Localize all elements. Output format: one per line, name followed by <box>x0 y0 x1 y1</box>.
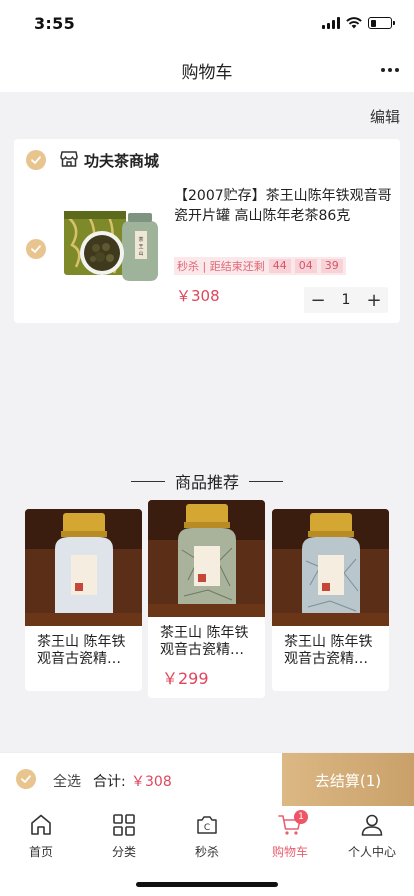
nav-bar: 购物车 <box>0 48 414 92</box>
svg-text:王: 王 <box>138 244 143 250</box>
seckill-countdown: 秒杀 | 距结束还剩 44 04 39 <box>174 257 346 275</box>
status-time: 3:55 <box>34 14 75 33</box>
seckill-label: 秒杀 | 距结束还剩 <box>177 260 265 273</box>
countdown-seconds: 39 <box>320 259 343 273</box>
grid-icon <box>113 814 135 836</box>
tab-label: 首页 <box>28 845 53 859</box>
countdown-hours: 44 <box>268 259 291 273</box>
cart-shop-card: 功夫茶商城 茶 王 山 【2007贮存】茶王山陈年铁观音哥瓷开片罐 高山陈年老茶… <box>14 139 400 323</box>
wifi-icon <box>346 17 362 29</box>
select-all-label[interactable]: 全选 <box>53 771 81 791</box>
check-icon <box>31 245 41 253</box>
tab-cart[interactable]: 1 购物车 <box>249 810 331 860</box>
quantity-value[interactable]: 1 <box>332 292 360 308</box>
home-indicator <box>136 882 278 887</box>
shop-checkbox[interactable] <box>26 150 46 170</box>
more-icon[interactable] <box>380 60 400 80</box>
product-name: 茶王山 陈年铁观音古瓷精… <box>37 634 126 667</box>
status-bar: 3:55 <box>0 0 414 48</box>
tab-label: 秒杀 <box>194 845 219 859</box>
quantity-stepper: − 1 + <box>304 287 388 313</box>
signal-icon <box>322 17 340 29</box>
recommend-header: 商品推荐 <box>0 469 414 493</box>
cart-badge: 1 <box>294 810 308 824</box>
checkout-bar: 全选 合计: ￥308 去结算(1) <box>0 752 414 807</box>
user-icon <box>361 814 383 836</box>
product-name: 茶王山 陈年铁观音古瓷精… <box>160 625 249 658</box>
edit-button[interactable]: 编辑 <box>370 106 400 127</box>
home-icon <box>31 814 51 835</box>
product-name: 茶王山 陈年铁观音古瓷精… <box>284 634 373 667</box>
tab-seckill[interactable]: C 秒杀 <box>166 812 248 860</box>
tab-label: 分类 <box>111 845 136 859</box>
item-checkbox[interactable] <box>26 239 46 259</box>
tab-category[interactable]: 分类 <box>83 812 165 860</box>
tab-home[interactable]: 首页 <box>0 812 82 860</box>
svg-text:山: 山 <box>138 250 143 257</box>
total-value: ￥308 <box>131 774 172 790</box>
increase-button[interactable]: + <box>360 287 388 313</box>
battery-icon <box>368 17 395 29</box>
product-image <box>25 509 142 626</box>
product-image <box>148 500 265 617</box>
tab-profile[interactable]: 个人中心 <box>331 812 413 860</box>
svg-text:茶: 茶 <box>138 236 143 243</box>
tab-label: 购物车 <box>271 845 308 859</box>
store-icon <box>60 151 78 167</box>
decrease-button[interactable]: − <box>304 287 332 313</box>
tab-bar: 首页 分类 C 秒杀 1 购物车 个人中心 <box>0 806 414 896</box>
product-title[interactable]: 【2007贮存】茶王山陈年铁观音哥瓷开片罐 高山陈年老茶86克 <box>174 186 392 226</box>
product-image[interactable]: 茶 王 山 <box>64 201 160 285</box>
divider <box>249 480 283 482</box>
divider <box>130 480 165 482</box>
select-all-checkbox[interactable] <box>16 769 36 789</box>
total-label: 合计: <box>93 774 126 790</box>
tab-label: 个人中心 <box>347 845 396 859</box>
recommend-title: 商品推荐 <box>174 473 239 492</box>
check-icon <box>21 775 31 783</box>
item-price: ￥308 <box>176 287 220 305</box>
svg-text:C: C <box>204 823 210 833</box>
recommend-product-card[interactable]: 茶王山 陈年铁观音古瓷精… <box>272 509 389 691</box>
seckill-icon: C <box>197 816 217 834</box>
recommend-product-card[interactable]: 茶王山 陈年铁观音古瓷精… ￥299 <box>148 500 265 698</box>
checkout-button[interactable]: 去结算(1) <box>282 753 414 807</box>
product-image <box>272 509 389 626</box>
shop-name[interactable]: 功夫茶商城 <box>84 150 159 171</box>
countdown-minutes: 04 <box>294 259 317 273</box>
status-icons <box>322 17 395 29</box>
check-icon <box>31 156 41 164</box>
recommend-product-card[interactable]: 茶王山 陈年铁观音古瓷精… <box>25 509 142 691</box>
product-price: ￥299 <box>162 669 209 688</box>
page-title: 购物车 <box>181 63 233 83</box>
